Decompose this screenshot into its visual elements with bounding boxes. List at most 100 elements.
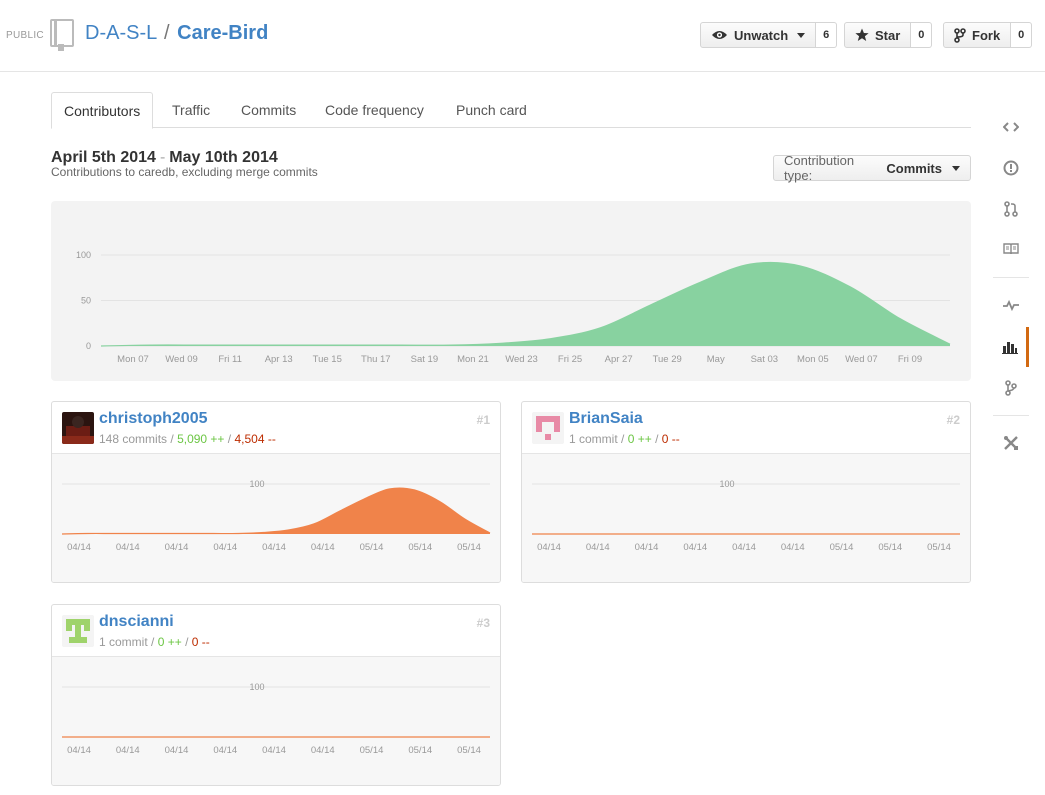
contributor-card-3: dnscianni 1 commit / 0 ++ / 0 -- #3 100 0… — [51, 604, 501, 786]
sidebar-divider — [993, 415, 1029, 416]
x-tick-label: 04/14 — [116, 542, 140, 553]
y-tick-label: 100 — [719, 479, 734, 489]
stargazers-count[interactable]: 0 — [911, 22, 933, 48]
x-tick-label: Thu 17 — [361, 354, 391, 365]
fork-button[interactable]: Fork — [943, 22, 1012, 48]
series-area — [101, 262, 950, 346]
x-tick-label: Wed 09 — [165, 354, 198, 365]
fork-icon — [954, 27, 966, 43]
contributor-username[interactable]: dnscianni — [99, 613, 174, 631]
contributor-stats: 1 commit / 0 ++ / 0 -- — [569, 432, 680, 446]
sidebar-item-network[interactable] — [993, 368, 1029, 408]
star-group: Star 0 — [844, 22, 933, 48]
eye-icon — [711, 29, 728, 41]
forks-count[interactable]: 0 — [1011, 22, 1033, 48]
unwatch-button[interactable]: Unwatch — [700, 22, 817, 48]
repo-owner-link[interactable]: D-A-S-L — [85, 22, 156, 44]
x-tick-label: 04/14 — [586, 542, 610, 553]
x-tick-label: Mon 07 — [117, 354, 149, 365]
additions-count: 5,090 ++ — [177, 432, 225, 446]
sidebar-item-graphs[interactable] — [993, 327, 1029, 367]
sidebar-item-wiki[interactable] — [993, 229, 1029, 269]
sidebar-item-code[interactable] — [993, 107, 1029, 147]
contributor-chart[interactable]: 100 04/14 04/14 04/14 04/14 04/14 04/14 05/14 05… — [52, 454, 501, 583]
x-tick-label: 04/14 — [116, 745, 140, 756]
fork-label: Fork — [972, 27, 1001, 43]
contributions-chart[interactable]: 100 50 0 Mon 07 Wed 09 Fri 11 Apr 13 Tue 15 Thu … — [51, 201, 971, 381]
repo-name-link[interactable]: Care-Bird — [177, 22, 268, 44]
x-tick-label: 04/14 — [213, 542, 237, 553]
watchers-count[interactable]: 6 — [816, 22, 838, 48]
x-tick-label: 04/14 — [781, 542, 805, 553]
tab-punch-card[interactable]: Punch card — [444, 92, 539, 128]
x-tick-label: 04/14 — [311, 542, 335, 553]
pull-request-icon — [1004, 201, 1018, 217]
x-tick-label: 04/14 — [537, 542, 561, 553]
contributor-username[interactable]: BrianSaia — [569, 410, 643, 428]
y-tick-label: 100 — [249, 682, 264, 692]
tab-commits[interactable]: Commits — [229, 92, 308, 128]
x-tick-label: 04/14 — [165, 542, 189, 553]
x-tick-label: 05/14 — [408, 745, 432, 756]
commit-count[interactable]: 1 commit — [569, 432, 618, 446]
x-tick-label: 04/14 — [683, 542, 707, 553]
stats-separator: / — [151, 635, 155, 649]
date-dash: - — [159, 149, 166, 166]
x-tick-label: 04/14 — [67, 542, 91, 553]
x-tick-label: Sat 03 — [751, 354, 778, 365]
x-tick-label: 04/14 — [262, 745, 286, 756]
commit-count[interactable]: 1 commit — [99, 635, 148, 649]
pulse-icon — [1003, 299, 1019, 311]
contribution-type-label: Contribution type: — [784, 153, 855, 183]
graph-tabs: Contributors Traffic Commits Code freque… — [51, 92, 971, 129]
x-tick-label: Mon 21 — [457, 354, 489, 365]
x-tick-label: Apr 27 — [605, 354, 633, 365]
x-tick-label: Mon 05 — [797, 354, 829, 365]
x-tick-label: Sat 19 — [411, 354, 438, 365]
x-tick-label: Wed 07 — [845, 354, 878, 365]
sidebar-divider — [993, 277, 1029, 278]
x-tick-label: 05/14 — [878, 542, 902, 553]
unwatch-label: Unwatch — [734, 27, 789, 43]
contributor-username[interactable]: christoph2005 — [99, 410, 207, 428]
contributor-chart[interactable]: 100 04/14 04/14 04/14 04/14 04/14 04/14 05/14 05… — [52, 657, 501, 786]
avatar[interactable] — [62, 615, 94, 647]
commit-count[interactable]: 148 commits — [99, 432, 167, 446]
x-tick-label: Fri 11 — [218, 354, 242, 365]
sidebar-item-issues[interactable] — [993, 148, 1029, 188]
x-tick-label: Wed 23 — [505, 354, 538, 365]
y-tick-label: 100 — [249, 479, 264, 489]
additions-count: 0 ++ — [627, 432, 652, 446]
stats-separator: / — [621, 432, 625, 446]
contributor-stats: 1 commit / 0 ++ / 0 -- — [99, 635, 210, 649]
x-tick-label: Tue 15 — [313, 354, 342, 365]
series-area — [62, 488, 490, 534]
graphs-icon — [1001, 342, 1018, 354]
sidebar-item-pulse[interactable] — [993, 285, 1029, 325]
contribution-type-select[interactable]: Contribution type: Commits — [773, 153, 971, 183]
tab-traffic[interactable]: Traffic — [160, 92, 222, 128]
contributor-chart[interactable]: 100 04/14 04/14 04/14 04/14 04/14 04/14 05/14 05… — [522, 454, 971, 583]
contributor-rank: #3 — [476, 616, 490, 630]
x-tick-label: 04/14 — [67, 745, 91, 756]
deletions-count: 0 -- — [191, 635, 210, 649]
avatar[interactable] — [62, 412, 94, 444]
x-tick-label: 05/14 — [927, 542, 951, 553]
tab-contributors[interactable]: Contributors — [51, 92, 154, 129]
star-button[interactable]: Star — [844, 22, 912, 48]
avatar[interactable] — [532, 412, 564, 444]
y-tick-label: 100 — [76, 250, 91, 260]
y-tick-label: 0 — [86, 341, 91, 351]
x-tick-label: 05/14 — [830, 542, 854, 553]
tab-code-frequency[interactable]: Code frequency — [313, 92, 436, 128]
contributor-rank: #1 — [476, 413, 490, 427]
x-tick-label: May — [707, 354, 725, 365]
date-subtitle: Contributions to caredb, excluding merge… — [51, 165, 318, 179]
sidebar-item-settings[interactable] — [993, 423, 1029, 463]
repo-title: D-A-S-L / Care-Bird — [85, 22, 268, 45]
stats-separator: / — [185, 635, 189, 649]
chevron-down-icon — [952, 165, 960, 171]
x-tick-label: Fri 09 — [898, 354, 922, 365]
sidebar-item-pull-requests[interactable] — [993, 189, 1029, 229]
code-icon — [1003, 122, 1019, 132]
